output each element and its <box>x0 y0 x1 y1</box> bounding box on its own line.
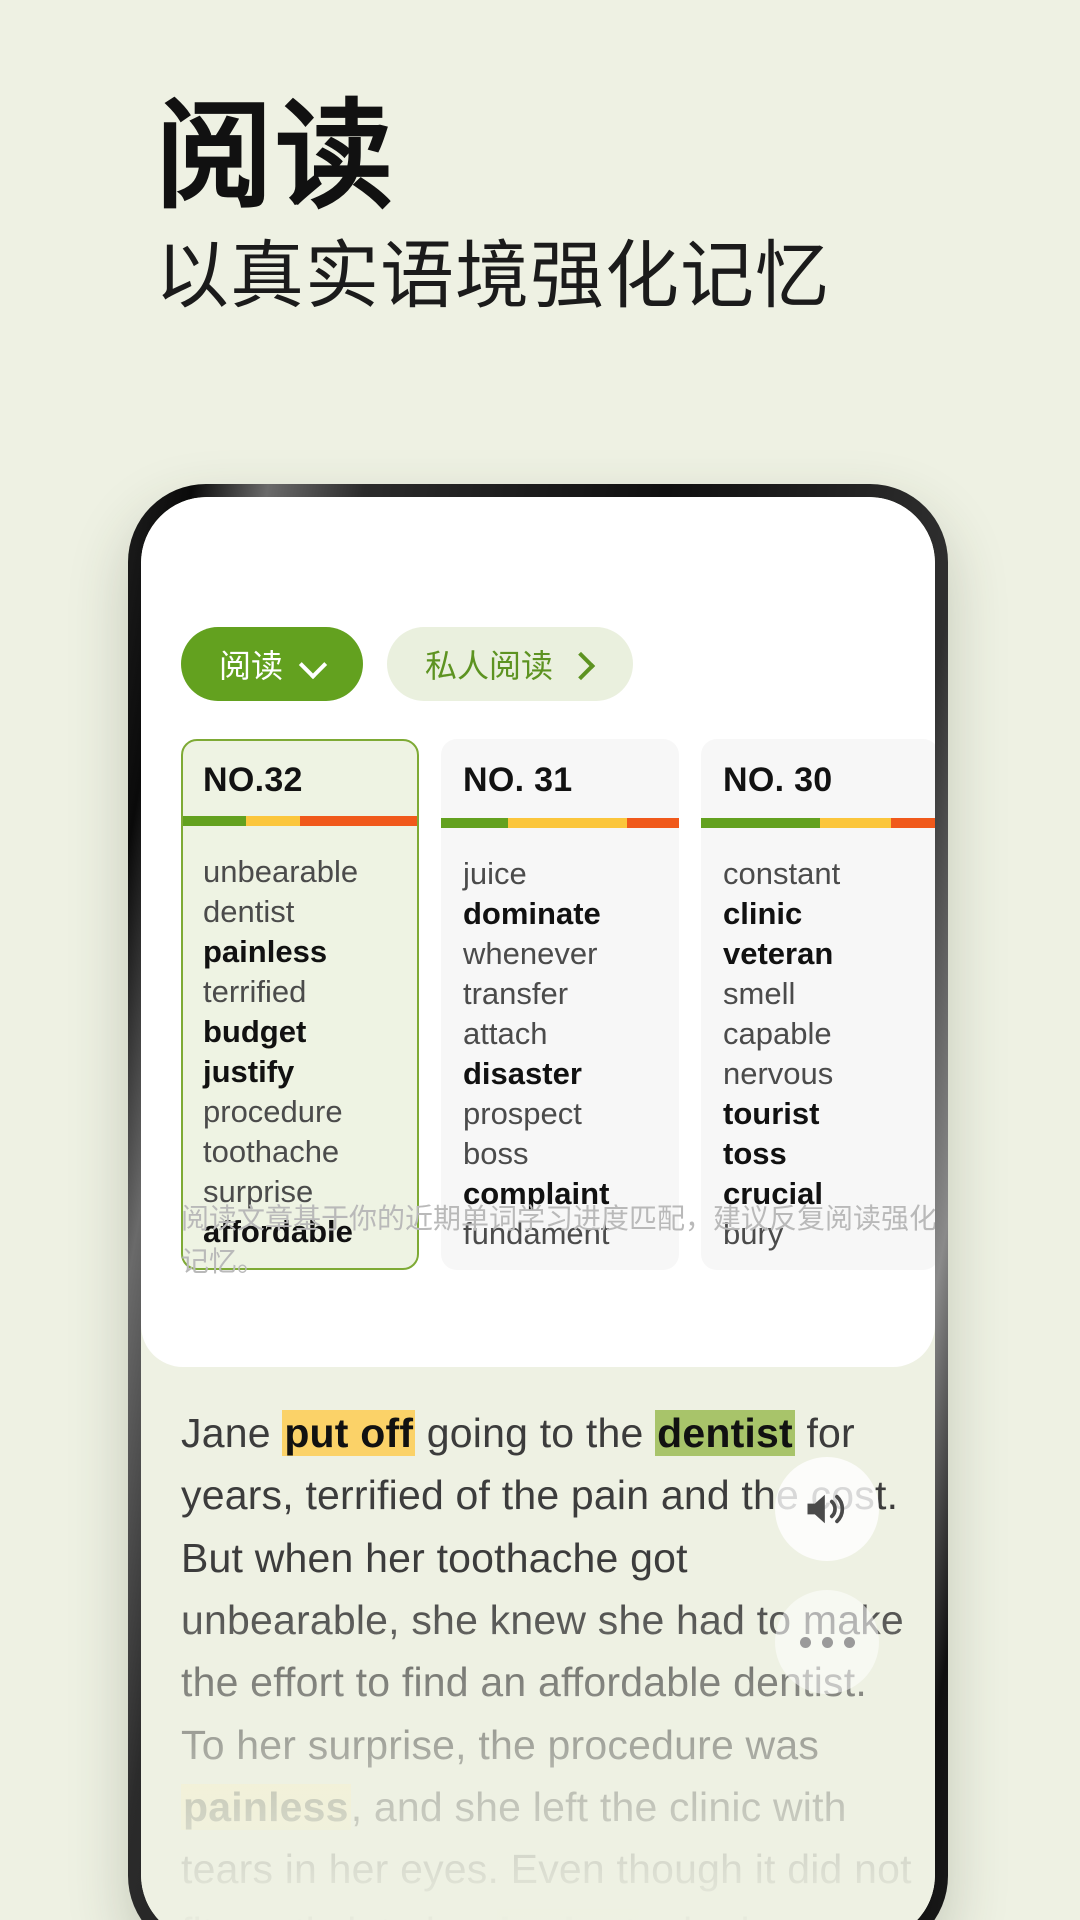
word-card-title: NO. 30 <box>723 761 833 799</box>
chevron-right-icon <box>571 652 595 676</box>
word-item[interactable]: dominate <box>463 894 657 934</box>
word-item[interactable]: toothache <box>203 1132 397 1172</box>
progress-segment-green <box>183 816 247 826</box>
word-item[interactable]: juice <box>463 854 657 894</box>
article-highlight-painless[interactable]: painless <box>181 1783 351 1830</box>
word-item[interactable]: capable <box>723 1014 917 1054</box>
word-item[interactable]: unbearable <box>203 852 397 892</box>
word-card[interactable]: NO. 30 constant clinic veteran smell cap… <box>701 739 935 1270</box>
word-item[interactable]: terrified <box>203 972 397 1012</box>
tab-bar: 阅读 私人阅读 <box>181 627 634 701</box>
progress-segment-yellow <box>820 818 892 828</box>
phone-inner-bezel: 阅读 私人阅读 NO.32 unbearable dentist painles… <box>141 497 935 1920</box>
word-list: constant clinic veteran smell capable ne… <box>701 828 935 1254</box>
article-seg: for years, terrified of the pain and the… <box>181 1410 904 1768</box>
word-item[interactable]: budget <box>203 1012 397 1052</box>
word-list: juice dominate whenever transfer attach … <box>441 828 679 1254</box>
phone-mockup: 阅读 私人阅读 NO.32 unbearable dentist painles… <box>128 484 948 1920</box>
article-highlight-put-off[interactable]: put off <box>282 1410 416 1456</box>
word-card[interactable]: NO.32 unbearable dentist painless terrif… <box>181 739 419 1270</box>
word-item[interactable]: whenever <box>463 934 657 974</box>
chevron-down-icon <box>301 652 325 676</box>
word-item[interactable]: veteran <box>723 934 917 974</box>
progress-segment-green <box>441 818 508 828</box>
article-highlight-dentist[interactable]: dentist <box>655 1410 795 1456</box>
word-card-title: NO.32 <box>203 761 303 799</box>
word-item[interactable]: dentist <box>203 892 397 932</box>
word-card-title: NO. 31 <box>463 761 573 799</box>
progress-segment-yellow <box>246 816 300 826</box>
word-item[interactable]: constant <box>723 854 917 894</box>
article-seg: going to the <box>415 1410 656 1456</box>
top-sheet: 阅读 私人阅读 NO.32 unbearable dentist painles… <box>141 497 935 1367</box>
progress-segment-orange <box>299 816 417 826</box>
more-icon <box>799 1636 855 1648</box>
word-item[interactable]: tourist <box>723 1094 917 1134</box>
tab-reading-label: 阅读 <box>219 648 284 684</box>
word-card[interactable]: NO. 31 juice dominate whenever transfer … <box>441 739 679 1270</box>
hint-text: 阅读文章基于你的近期单词学习进度匹配，建议反复阅读强化记忆。 <box>181 1203 935 1278</box>
word-item[interactable]: toss <box>723 1134 917 1174</box>
speaker-button[interactable] <box>775 1457 879 1561</box>
word-item[interactable]: disaster <box>463 1054 657 1094</box>
word-item[interactable]: prospect <box>463 1094 657 1134</box>
word-item[interactable]: painless <box>203 932 397 972</box>
more-button[interactable] <box>775 1590 879 1694</box>
speaker-icon <box>807 1494 845 1524</box>
tab-reading[interactable]: 阅读 <box>181 627 364 701</box>
tab-private-reading-label: 私人阅读 <box>425 648 554 684</box>
progress-bar <box>183 816 417 826</box>
progress-bar <box>701 818 935 828</box>
phone-screen: 阅读 私人阅读 NO.32 unbearable dentist painles… <box>141 497 935 1920</box>
progress-segment-orange <box>626 818 679 828</box>
word-item[interactable]: procedure <box>203 1092 397 1132</box>
word-card-list: NO.32 unbearable dentist painless terrif… <box>181 739 935 1270</box>
word-list: unbearable dentist painless terrified bu… <box>183 826 417 1252</box>
word-item[interactable]: nervous <box>723 1054 917 1094</box>
page-subtitle: 以真实语境强化记忆 <box>155 235 830 318</box>
article-seg: Jane <box>181 1410 283 1456</box>
progress-segment-green <box>701 818 820 828</box>
word-item[interactable]: transfer <box>463 974 657 1014</box>
word-item[interactable]: clinic <box>723 894 917 934</box>
word-item[interactable]: boss <box>463 1134 657 1174</box>
word-item[interactable]: attach <box>463 1014 657 1054</box>
progress-segment-orange <box>891 818 935 828</box>
hero-heading: 阅读 以真实语境强化记忆 <box>155 96 995 321</box>
page-title: 阅读 <box>155 92 396 223</box>
progress-bar <box>441 818 679 828</box>
article-highlight-budget[interactable]: budget <box>497 1908 640 1920</box>
progress-segment-yellow <box>507 818 627 828</box>
tab-private-reading[interactable]: 私人阅读 <box>387 627 634 701</box>
word-item[interactable]: smell <box>723 974 917 1014</box>
word-item[interactable]: justify <box>203 1052 397 1092</box>
